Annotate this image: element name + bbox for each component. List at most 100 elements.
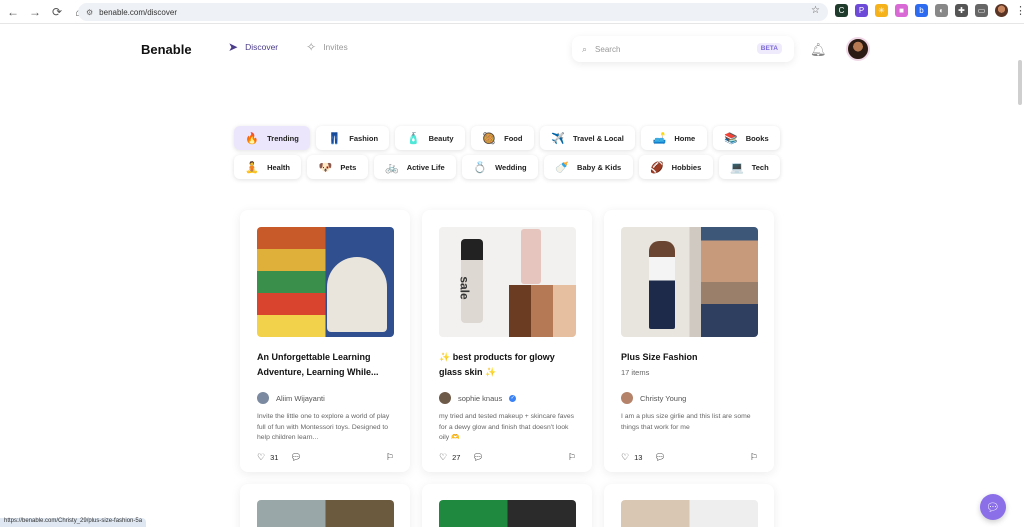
like-count: 31 [270, 453, 279, 462]
author-avatar [621, 392, 633, 404]
card-image [621, 500, 758, 527]
nav-invites[interactable]: ✧ Invites [306, 40, 348, 54]
bell-icon[interactable]: 🔔︎ [810, 42, 827, 58]
category-books[interactable]: 📚 Books [712, 126, 781, 150]
category-trending[interactable]: 🔥 Trending [234, 126, 311, 150]
category-label: Hobbies [671, 162, 702, 172]
tube-image [521, 229, 541, 284]
extension-icon[interactable]: P [855, 4, 868, 17]
heart-icon[interactable]: ♡ [439, 452, 447, 463]
category-baby-kids[interactable]: 🍼 Baby & Kids [543, 155, 633, 179]
search-box[interactable]: ⌕ BETA [572, 36, 794, 62]
author-name: sophie knaus [458, 393, 503, 403]
extension-icon[interactable]: ■ [895, 4, 908, 17]
category-food[interactable]: 🥘 Food [471, 126, 534, 150]
category-health[interactable]: 🧘 Health [234, 155, 302, 179]
extension-icon[interactable]: b [915, 4, 928, 17]
extension-icon[interactable]: ✳ [875, 4, 888, 17]
chat-icon[interactable]: 💬︎ [980, 494, 1006, 520]
jeans-icon: 👖 [327, 132, 342, 145]
back-icon[interactable]: ← [4, 3, 22, 21]
menu-kebab-icon[interactable]: ⋮ [1015, 4, 1024, 17]
category-label: Health [267, 162, 290, 172]
card-title: An Unforgettable Learning Adventure, Lea… [257, 352, 379, 377]
category-hobbies[interactable]: 🏈 Hobbies [638, 155, 713, 179]
anatomy-toy-image [327, 257, 387, 332]
category-row: 🔥 Trending 👖 Fashion 🧴 Beauty 🥘 Food ✈️ Trave… [234, 126, 781, 150]
browser-toolbar: ← → ⟳ ⌂ ⚙ benable.com/discover ☆ C P ✳ ■… [0, 0, 1024, 24]
category-beauty[interactable]: 🧴 Beauty [395, 126, 465, 150]
category-pets[interactable]: 🐶 Pets [307, 155, 368, 179]
bookmark-icon[interactable]: ⚐ [750, 452, 758, 463]
author-name: Christy Young [640, 393, 687, 403]
author-name: Aliim Wijayanti [276, 393, 325, 403]
category-tech[interactable]: 💻 Tech [718, 155, 781, 179]
brand-logo[interactable]: Benable [141, 42, 192, 57]
list-card[interactable] [604, 484, 774, 527]
list-card[interactable]: sale ✨ best products for glowy glass ski… [422, 210, 592, 472]
item-count: 17 items [621, 368, 650, 377]
couch-icon: 🛋️ [652, 132, 667, 145]
category-label: Active Life [406, 162, 445, 172]
card-title: Plus Size Fashion [621, 352, 698, 362]
beta-badge: BETA [756, 43, 782, 54]
search-icon: ⌕ [582, 43, 588, 54]
bottle-label: sale [457, 276, 472, 300]
model-image [649, 241, 675, 329]
category-active-life[interactable]: 🚲 Active Life [373, 155, 457, 179]
like-count: 13 [634, 453, 643, 462]
card-actions: ♡ 31 💬︎ ⚐ [257, 452, 394, 463]
forward-icon[interactable]: → [26, 3, 44, 21]
page-scrollbar[interactable] [1018, 60, 1022, 105]
card-image [257, 500, 394, 527]
comment-icon[interactable]: 💬︎ [290, 452, 301, 463]
bicycle-icon: 🚲 [385, 161, 399, 174]
card-image: sale [439, 227, 576, 337]
card-author[interactable]: Christy Young [621, 392, 686, 404]
address-bar[interactable]: ⚙ benable.com/discover ☆ [78, 3, 828, 21]
list-card[interactable] [422, 484, 592, 527]
extension-icon[interactable]: C [835, 4, 848, 17]
list-card[interactable] [240, 484, 410, 527]
nav-discover-label: Discover [245, 42, 279, 52]
puzzle-icon[interactable]: ✚ [955, 4, 968, 17]
card-description: Invite the little one to explore a world… [257, 413, 390, 441]
heart-icon[interactable]: ♡ [257, 452, 265, 463]
user-avatar[interactable] [846, 37, 870, 61]
category-label: Home [674, 133, 696, 143]
bookmark-star-icon[interactable]: ☆ [811, 5, 820, 16]
search-input[interactable] [595, 44, 746, 54]
like-count: 27 [452, 453, 461, 462]
card-author[interactable]: Aliim Wijayanti [257, 392, 325, 404]
shorts-image [701, 227, 758, 282]
url-text: benable.com/discover [99, 7, 177, 17]
category-fashion[interactable]: 👖 Fashion [316, 126, 390, 150]
category-label: Beauty [428, 133, 454, 143]
card-actions: ♡ 13 💬︎ ⚐ [621, 452, 758, 463]
list-card[interactable]: Plus Size Fashion 17 items Christy Young… [604, 210, 774, 472]
site-info-icon[interactable]: ⚙ [86, 8, 93, 17]
category-wedding[interactable]: 💍 Wedding [462, 155, 538, 179]
heart-icon[interactable]: ♡ [621, 452, 629, 463]
category-label: Pets [340, 162, 357, 172]
list-card[interactable]: An Unforgettable Learning Adventure, Lea… [240, 210, 410, 472]
comment-icon[interactable]: 💬︎ [654, 452, 665, 463]
category-travel[interactable]: ✈️ Travel & Local [539, 126, 636, 150]
extension-icon[interactable]: ◐ [935, 4, 948, 17]
card-image [257, 227, 394, 337]
card-description: my tried and tested makeup + skincare fa… [439, 413, 575, 441]
bookmark-icon[interactable]: ⚐ [386, 452, 394, 463]
comment-icon[interactable]: 💬︎ [472, 452, 483, 463]
reload-icon[interactable]: ⟳ [48, 3, 66, 21]
category-label: Wedding [495, 162, 527, 172]
category-home[interactable]: 🛋️ Home [641, 126, 707, 150]
tab-search-icon[interactable]: ▭ [975, 4, 988, 17]
category-label: Travel & Local [572, 133, 624, 143]
profile-avatar-icon[interactable] [995, 4, 1008, 17]
bookmark-icon[interactable]: ⚐ [568, 452, 576, 463]
nav-discover[interactable]: ➤ Discover [228, 40, 278, 54]
category-label: Tech [751, 162, 769, 172]
status-bar-url: https://benable.com/Christy_29/plus-size… [0, 518, 147, 527]
card-author[interactable]: sophie knaus ✓ [439, 392, 517, 404]
card-description: I am a plus size girlie and this list ar… [621, 413, 751, 431]
